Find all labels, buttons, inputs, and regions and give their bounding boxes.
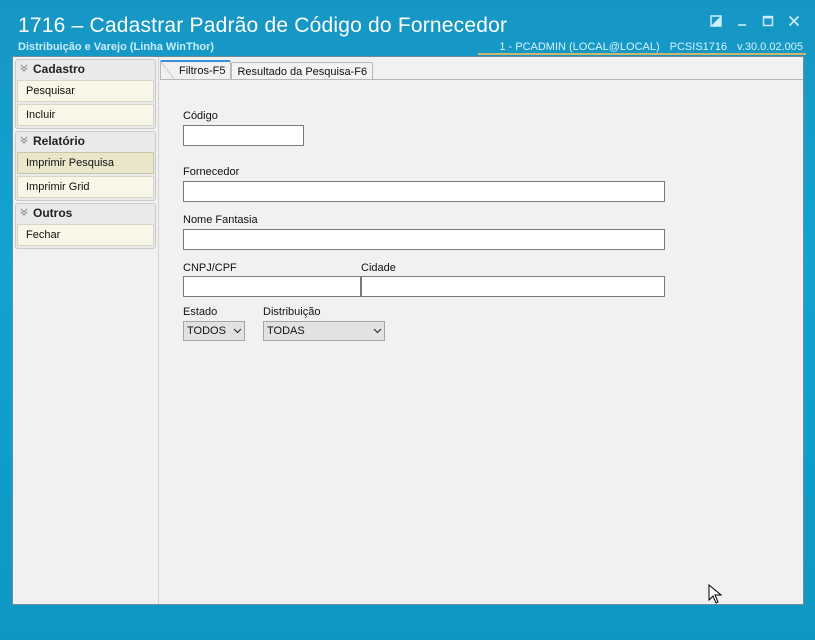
sidebar-item-imprimir-grid[interactable]: Imprimir Grid [17,176,154,198]
window-subtitle: Distribuição e Varejo (Linha WinThor) [18,41,215,53]
tab-resultado-pesquisa[interactable]: Resultado da Pesquisa-F6 [231,62,374,80]
sidebar-group-outros: Outros Fechar [15,203,156,249]
client-area: Cadastro Pesquisar Incluir Relatório Imp… [12,56,804,605]
estado-label: Estado [183,306,218,318]
sidebar-item-pesquisar[interactable]: Pesquisar [17,80,154,102]
nome-fantasia-label: Nome Fantasia [183,214,258,226]
sidebar-group-title: Cadastro [33,62,86,76]
maximize-icon[interactable] [761,14,775,32]
sidebar-item-fechar[interactable]: Fechar [17,224,154,246]
session-info: 1 - PCADMIN (LOCAL@LOCAL) PCSIS1716 v.30… [499,41,803,53]
sidebar-item-incluir[interactable]: Incluir [17,104,154,126]
cidade-input[interactable] [361,276,665,297]
codigo-label: Código [183,110,218,122]
session-bar [478,53,806,55]
cnpj-cpf-input[interactable] [183,276,361,297]
filters-panel: Código Fornecedor Nome Fantasia CNPJ/CPF… [160,79,803,604]
estado-select[interactable]: TODOS [183,321,245,341]
restore-icon[interactable] [709,14,723,32]
main-panel: Filtros-F5 Resultado da Pesquisa-F6 Códi… [160,57,803,604]
cnpj-cpf-label: CNPJ/CPF [183,262,237,274]
chevron-double-down-icon [20,136,28,146]
sidebar-group-header[interactable]: Cadastro [16,60,155,78]
nome-fantasia-input[interactable] [183,229,665,250]
sidebar-group-cadastro: Cadastro Pesquisar Incluir [15,59,156,129]
chevron-double-down-icon [20,64,28,74]
close-icon[interactable] [787,14,801,32]
distribuicao-select[interactable]: TODAS [263,321,385,341]
tab-strip: Filtros-F5 Resultado da Pesquisa-F6 [160,60,374,80]
cidade-label: Cidade [361,262,396,274]
estado-selected-value: TODOS [187,325,226,337]
distribuicao-label: Distribuição [263,306,321,318]
window-title: 1716 – Cadastrar Padrão de Código do For… [18,14,508,37]
sidebar-group-title: Relatório [33,134,86,148]
mouse-cursor-icon [708,583,723,604]
sidebar-item-imprimir-pesquisa[interactable]: Imprimir Pesquisa [17,152,154,174]
sidebar-group-header[interactable]: Relatório [16,132,155,150]
chevron-down-icon [370,322,384,340]
session-module: PCSIS1716 [669,41,728,53]
minimize-icon[interactable] [735,14,749,32]
sidebar-group-title: Outros [33,206,73,220]
fornecedor-input[interactable] [183,181,665,202]
sidebar-group-header[interactable]: Outros [16,204,155,222]
window-controls [709,14,801,32]
sidebar-group-relatorio: Relatório Imprimir Pesquisa Imprimir Gri… [15,131,156,201]
codigo-input[interactable] [183,125,304,146]
chevron-down-icon [230,322,244,340]
fornecedor-label: Fornecedor [183,166,240,178]
sidebar: Cadastro Pesquisar Incluir Relatório Imp… [13,57,159,604]
distribuicao-selected-value: TODAS [267,325,305,337]
tab-filtros[interactable]: Filtros-F5 [160,60,232,80]
session-version: v.30.0.02.005 [737,41,803,53]
chevron-double-down-icon [20,208,28,218]
session-user: 1 - PCADMIN (LOCAL@LOCAL) [499,41,660,53]
